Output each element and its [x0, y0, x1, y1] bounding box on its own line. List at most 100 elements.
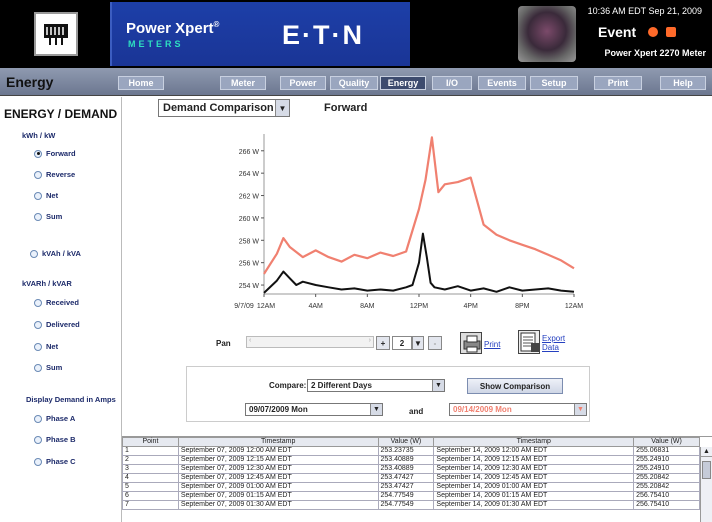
table-cell: September 07, 2009 12:15 AM EDT: [177, 455, 379, 465]
chevron-down-icon[interactable]: ▼: [370, 404, 382, 415]
export-data-link[interactable]: Export Data: [542, 334, 565, 352]
chevron-right-icon[interactable]: ›: [369, 337, 371, 344]
chevron-down-icon[interactable]: ▼: [275, 100, 289, 116]
radio-phase-c[interactable]: Phase C: [34, 457, 76, 466]
chevron-up-icon[interactable]: ▲: [701, 447, 712, 457]
table-row[interactable]: 7 September 07, 2009 01:30 AM EDT 254.7754…: [122, 500, 700, 510]
table-cell: September 14, 2009 12:45 AM EDT: [433, 473, 635, 483]
radio-kvarh-received[interactable]: Received: [34, 298, 79, 307]
tab-energy[interactable]: Energy: [380, 76, 426, 90]
table-row[interactable]: 1 September 07, 2009 12:00 AM EDT 253.2373…: [122, 446, 700, 456]
table-row[interactable]: 5 September 07, 2009 01:00 AM EDT 253.4742…: [122, 482, 700, 492]
table-row[interactable]: 3 September 07, 2009 12:30 AM EDT 253.4088…: [122, 464, 700, 474]
day1-select[interactable]: 09/07/2009 Mon ▼: [245, 403, 383, 416]
show-comparison-button[interactable]: Show Comparison: [467, 378, 563, 394]
radio-icon: [34, 212, 42, 221]
radio-phase-a[interactable]: Phase A: [34, 414, 75, 423]
header-bar: Power Xpert® METERS E·T·N 10:36 AM EDT S…: [0, 0, 712, 68]
chevron-left-icon[interactable]: ‹: [249, 337, 251, 344]
radio-kvarh-delivered[interactable]: Delivered: [34, 320, 80, 329]
radio-kvarh-sum[interactable]: Sum: [34, 363, 62, 372]
zoom-value[interactable]: 2: [392, 336, 412, 350]
data-table: Point Timestamp Value (W) Timestamp Value (W…: [122, 436, 712, 522]
radio-selected-icon: [34, 149, 42, 158]
series-line-day1: [263, 232, 575, 294]
y-tick-label: 254 W: [239, 283, 260, 290]
company-logo: E·T·N: [282, 20, 364, 50]
brand-banner: Power Xpert® METERS E·T·N: [110, 2, 410, 66]
radio-icon: [34, 342, 42, 351]
radio-phase-b[interactable]: Phase B: [34, 435, 76, 444]
radio-kvah[interactable]: kVAh / kVA: [30, 249, 81, 258]
table-cell: 256.75410: [633, 491, 700, 501]
event-label: Event: [598, 24, 637, 40]
event-alarm-icon[interactable]: [648, 27, 658, 37]
table-cell: 255.20842: [633, 473, 700, 483]
chevron-down-icon[interactable]: ▼: [574, 404, 586, 415]
event-status-icon[interactable]: [666, 27, 676, 37]
print-link[interactable]: Print: [484, 340, 500, 349]
column-header: Value (W): [633, 437, 700, 447]
tab-io[interactable]: I/O: [432, 76, 472, 90]
comparison-table: Point Timestamp Value (W) Timestamp Value (W…: [122, 437, 700, 510]
radio-kwh-net[interactable]: Net: [34, 191, 58, 200]
radio-icon: [34, 414, 42, 423]
table-cell: 2: [122, 455, 179, 465]
radio-kwh-reverse[interactable]: Reverse: [34, 170, 75, 179]
tab-home[interactable]: Home: [118, 76, 164, 90]
radio-kvarh-net[interactable]: Net: [34, 342, 58, 351]
table-row[interactable]: 2 September 07, 2009 12:15 AM EDT 253.4088…: [122, 455, 700, 465]
y-tick-label: 260 W: [239, 216, 260, 223]
pan-slider[interactable]: ‹ ›: [246, 336, 374, 348]
table-cell: 253.47427: [377, 482, 435, 492]
radio-icon: [34, 363, 42, 372]
column-header: Value (W): [377, 437, 435, 447]
radio-icon: [34, 320, 42, 329]
table-row[interactable]: 6 September 07, 2009 01:15 AM EDT 254.7754…: [122, 491, 700, 501]
table-cell: 253.47427: [377, 473, 435, 483]
table-cell: September 14, 2009 01:30 AM EDT: [433, 500, 635, 510]
tab-meter[interactable]: Meter: [220, 76, 266, 90]
power-logo-icon: [34, 12, 78, 56]
day2-select[interactable]: 09/14/2009 Mon ▼: [449, 403, 587, 416]
tab-events[interactable]: Events: [478, 76, 526, 90]
scrollbar-thumb[interactable]: [702, 461, 711, 479]
tab-setup[interactable]: Setup: [530, 76, 578, 90]
export-data-icon[interactable]: [518, 330, 540, 354]
table-cell: 5: [122, 482, 179, 492]
radio-icon: [34, 457, 42, 466]
demand-chart: 254 W 256 W 258 W 260 W 262 W 264 W 266 W 9/7/…: [234, 134, 583, 310]
radio-icon: [34, 170, 42, 179]
zoom-out-button[interactable]: -: [428, 336, 442, 350]
tab-quality[interactable]: Quality: [330, 76, 378, 90]
column-header: Point: [122, 437, 179, 447]
table-cell: September 07, 2009 01:30 AM EDT: [177, 500, 379, 510]
radio-kwh-forward[interactable]: Forward: [34, 149, 76, 158]
table-cell: September 14, 2009 12:15 AM EDT: [433, 455, 635, 465]
chevron-down-icon[interactable]: ▼: [412, 336, 424, 350]
printer-icon[interactable]: [460, 332, 482, 354]
comparison-panel: Compare: 2 Different Days ▼ Show Comparis…: [186, 366, 590, 422]
table-row[interactable]: 4 September 07, 2009 12:45 AM EDT 253.4742…: [122, 473, 700, 483]
table-cell: September 07, 2009 01:00 AM EDT: [177, 482, 379, 492]
table-header-row: Point Timestamp Value (W) Timestamp Value (W…: [122, 437, 700, 447]
table-scrollbar[interactable]: ▲: [700, 447, 712, 522]
table-cell: 255.06831: [633, 446, 700, 456]
sidebar-title: ENERGY / DEMAND: [4, 107, 118, 121]
tab-power[interactable]: Power: [280, 76, 326, 90]
x-tick-label: 12PM: [410, 303, 428, 310]
sidebar: ENERGY / DEMAND kWh / kW Forward Reverse…: [0, 97, 122, 522]
radio-icon: [34, 298, 42, 307]
meter-image: [518, 6, 576, 62]
zoom-in-button[interactable]: +: [376, 336, 390, 350]
tab-help[interactable]: Help: [660, 76, 706, 90]
y-tick-label: 262 W: [239, 194, 260, 201]
column-header: Timestamp: [433, 437, 635, 447]
pan-controls: Pan ‹ › + 2 ▼ - Print Export Data: [216, 330, 596, 356]
radio-kwh-sum[interactable]: Sum: [34, 212, 62, 221]
compare-mode-select[interactable]: 2 Different Days ▼: [307, 379, 445, 392]
chevron-down-icon[interactable]: ▼: [432, 380, 444, 391]
tab-print[interactable]: Print: [594, 76, 642, 90]
view-select[interactable]: Demand Comparison ▼: [158, 99, 290, 117]
chart-series: [263, 136, 575, 294]
